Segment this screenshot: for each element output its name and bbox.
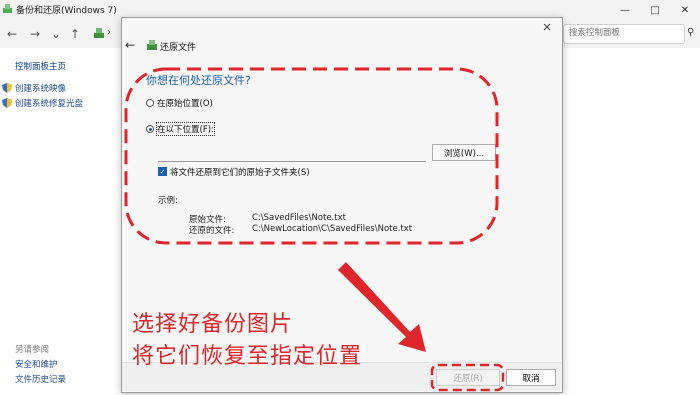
restore-subfolders-label[interactable]: 将文件还原到它们的原始子文件夹(S) — [170, 166, 310, 178]
file-history-link[interactable]: 文件历史记录 — [15, 373, 66, 385]
create-system-image-link[interactable]: 创建系统映像 — [15, 82, 66, 94]
browse-button[interactable]: 浏览(W)... — [432, 144, 496, 161]
restore-path-input[interactable] — [158, 145, 426, 162]
example-heading: 示例: — [158, 196, 178, 206]
dialog-title: 还原文件 — [160, 43, 197, 53]
example-restored-path: C:\NewLocation\C\SavedFiles\Note.txt — [252, 224, 413, 234]
annotation-line-2: 将它们恢复至指定位置 — [132, 344, 363, 369]
create-repair-disc-link[interactable]: 创建系统修复光盘 — [15, 97, 83, 109]
dialog-back-arrow-icon[interactable]: ← — [125, 38, 135, 52]
restore-location-question: 你想在何处还原文件? — [146, 74, 251, 87]
security-maintenance-link[interactable]: 安全和维护 — [15, 358, 58, 370]
dialog-close-button[interactable]: ✕ — [533, 17, 561, 37]
shield-icon — [2, 98, 12, 108]
up-arrow-icon[interactable]: ↑ — [66, 25, 84, 43]
original-location-radio[interactable] — [146, 99, 154, 107]
control-panel-icon — [94, 28, 104, 38]
back-arrow-icon[interactable]: ← — [3, 25, 21, 43]
example-original-path: C:\SavedFiles\Note.txt — [252, 213, 346, 223]
window-close-button[interactable]: ✕ — [670, 0, 700, 20]
example-restored-label: 还原的文件: — [189, 226, 235, 236]
restore-subfolders-checkbox[interactable]: ✓ — [158, 167, 167, 176]
annotation-line-1: 选择好备份图片 — [132, 312, 294, 337]
search-field[interactable] — [563, 24, 685, 44]
restore-files-icon — [147, 40, 157, 50]
minimize-button[interactable]: — — [610, 0, 640, 20]
maximize-button[interactable]: □ — [640, 0, 670, 20]
recent-locations-chevron-icon[interactable]: ⌄ — [47, 25, 65, 43]
original-location-label[interactable]: 在原始位置(O) — [157, 97, 213, 109]
restore-button[interactable]: 还原(R) — [436, 369, 500, 386]
other-location-label[interactable]: 在以下位置(F): — [156, 122, 215, 136]
cancel-button[interactable]: 取消 — [506, 369, 556, 386]
see-also-heading: 另请参阅 — [15, 345, 50, 355]
control-panel-home-link[interactable]: 控制面板主页 — [15, 60, 66, 72]
shield-icon — [2, 83, 12, 93]
search-icon[interactable]: ⚲ — [687, 27, 694, 38]
search-input[interactable] — [564, 25, 674, 41]
forward-arrow-icon[interactable]: → — [26, 25, 44, 43]
window-title: 备份和还原(Windows 7) — [16, 6, 117, 16]
backup-app-icon — [3, 4, 12, 13]
other-location-radio[interactable] — [146, 125, 154, 133]
breadcrumb-separator: › — [107, 27, 111, 38]
